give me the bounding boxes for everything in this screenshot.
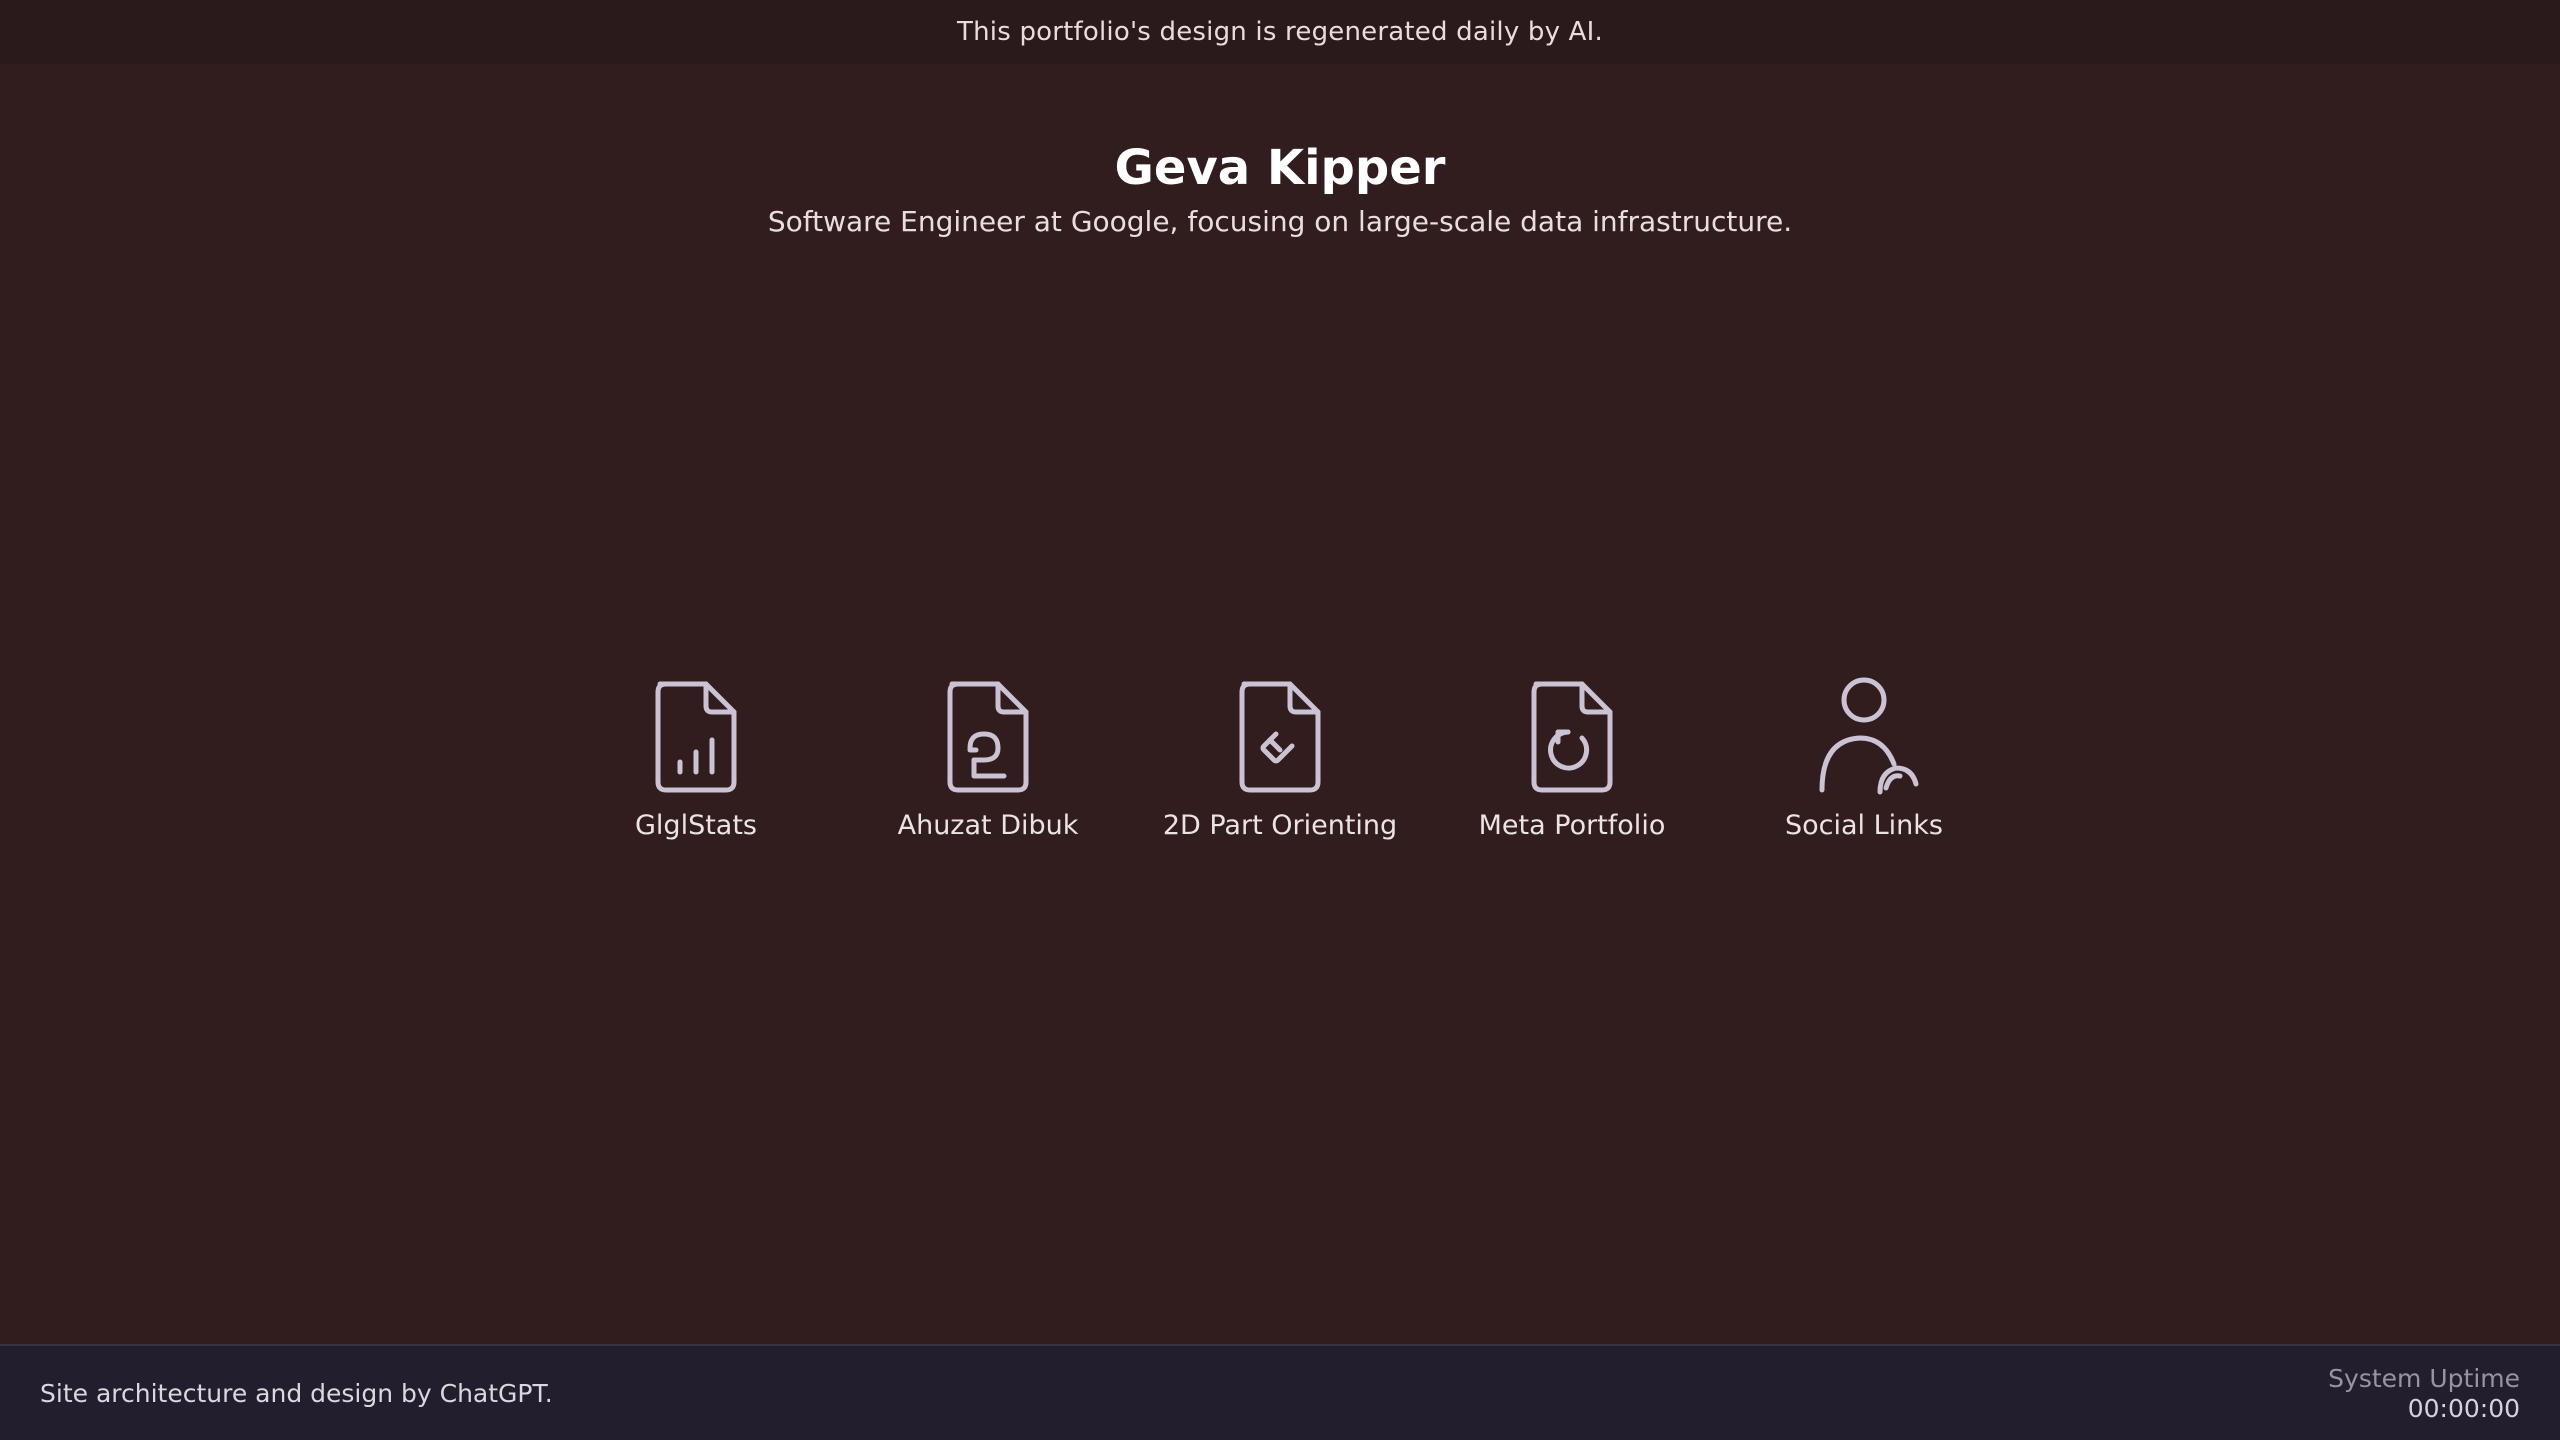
project-label: Social Links [1785,810,1943,841]
file-parking-icon [947,681,1029,793]
people-icon [1819,677,1919,795]
page-header: Geva Kipper Software Engineer at Google,… [0,136,2560,242]
project-label: Ahuzat Dibuk [897,810,1079,841]
footer-credit: Site architecture and design by ChatGPT. [40,1378,553,1408]
project-label: Meta Portfolio [1478,810,1666,841]
project-tile-ahuzat-dibuk[interactable]: Ahuzat Dibuk [842,676,1134,844]
file-chart-icon [655,681,737,793]
uptime-label: System Uptime [2328,1364,2520,1393]
project-tile-social-links[interactable]: Social Links [1718,676,2010,844]
file-cycle-icon [1531,681,1613,793]
project-icon-grid: GlglStats Ahuzat Dibuk 2D Part Orienting… [0,676,2560,844]
site-footer: Site architecture and design by ChatGPT.… [0,1344,2560,1440]
project-tile-glglstats[interactable]: GlglStats [550,676,842,844]
file-rotate-icon [1239,681,1321,793]
banner-text: This portfolio's design is regenerated d… [957,17,1603,47]
page-title: Geva Kipper [1114,140,1446,196]
system-uptime: System Uptime 00:00:00 [2328,1364,2520,1424]
project-label: 2D Part Orienting [1162,810,1398,841]
project-label: GlglStats [635,810,757,841]
page-subtitle: Software Engineer at Google, focusing on… [767,205,1793,238]
project-tile-2d-part-orienting[interactable]: 2D Part Orienting [1134,676,1426,844]
uptime-value: 00:00:00 [2407,1394,2520,1423]
ai-regeneration-banner: This portfolio's design is regenerated d… [0,0,2560,64]
project-tile-meta-portfolio[interactable]: Meta Portfolio [1426,676,1718,844]
